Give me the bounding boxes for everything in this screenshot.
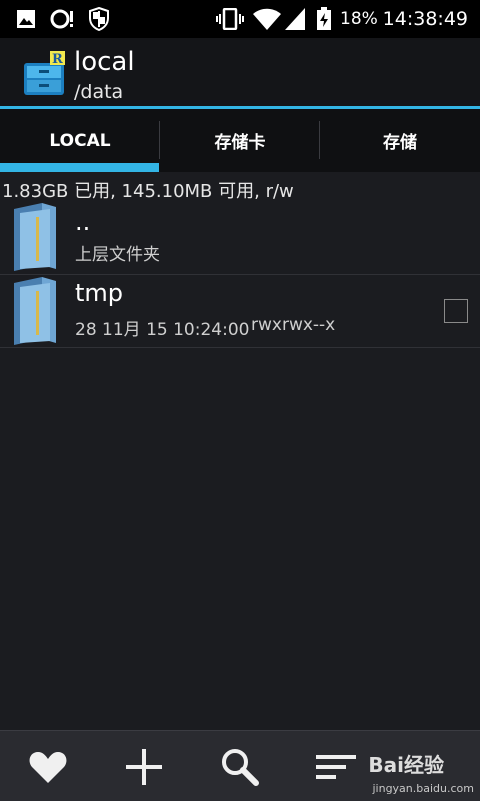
folder-title: local xyxy=(74,47,135,77)
watermark-logo: Bai经验 xyxy=(368,753,444,777)
tab-sdcard[interactable]: 存储卡 xyxy=(160,109,320,172)
add-icon[interactable] xyxy=(122,745,166,789)
image-icon xyxy=(17,10,35,28)
list-item-subtitle: 上层文件夹 xyxy=(75,245,160,265)
list-item-tmp[interactable]: tmp 28 11月 15 10:24:00 rwxrwx--x xyxy=(0,275,480,347)
clock: 14:38:49 xyxy=(382,8,468,30)
signal-icon xyxy=(285,8,305,30)
shield-icon xyxy=(89,7,109,31)
sort-icon[interactable] xyxy=(314,745,358,789)
status-bar: 18% 14:38:49 xyxy=(0,0,480,38)
search-icon[interactable] xyxy=(218,745,262,789)
app-bar: R local /data xyxy=(0,38,480,107)
sync-alert-icon xyxy=(50,9,73,29)
svg-text:R: R xyxy=(52,52,63,67)
tab-label: 存储卡 xyxy=(214,133,266,153)
wifi-icon xyxy=(253,8,281,30)
tab-storage[interactable]: 存储 xyxy=(320,109,480,172)
folder-icon xyxy=(14,277,56,345)
tab-label: LOCAL xyxy=(49,130,111,151)
list-item-permissions: rwxrwx--x xyxy=(251,315,336,335)
folder-icon xyxy=(14,203,56,271)
list-item-name: tmp xyxy=(75,279,124,307)
battery-percent: 18% xyxy=(340,9,378,29)
list-item-parent[interactable]: .. 上层文件夹 xyxy=(0,200,480,274)
battery-icon xyxy=(317,7,331,30)
tab-selected-indicator xyxy=(0,163,159,172)
list-item-name: .. xyxy=(75,208,91,236)
root-explorer-icon[interactable]: R xyxy=(22,49,66,97)
tab-label: 存储 xyxy=(383,133,417,153)
bottom-toolbar: Bai经验 jingyan.baidu.com xyxy=(0,730,480,801)
watermark-url: jingyan.baidu.com xyxy=(372,782,474,795)
row-divider xyxy=(0,347,480,348)
select-checkbox[interactable] xyxy=(444,299,468,323)
list-item-date: 28 11月 15 10:24:00 xyxy=(75,320,250,340)
vibrate-icon xyxy=(216,8,244,30)
favorite-icon[interactable] xyxy=(26,745,70,789)
folder-path: /data xyxy=(74,81,124,103)
